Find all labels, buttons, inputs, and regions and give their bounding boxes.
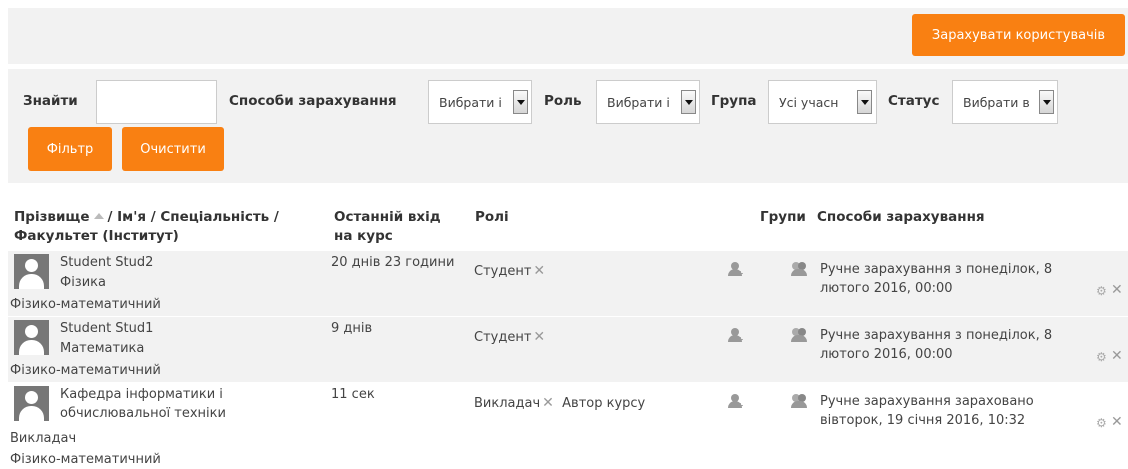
role-name: Студент [474,264,532,279]
enrol-method-line2: лютого 2016, 00:00 [820,281,953,296]
table-row: Student Stud2 Фізика Фізико-математичний… [8,251,1128,316]
role-name: Автор курсу [562,396,646,411]
enrol-method-line2: вівторок, 19 січня 2016, 10:32 [820,413,1026,428]
close-icon[interactable]: ✕ [1111,282,1123,298]
role-name: Викладач [474,396,541,411]
last-access: 11 сек [331,387,375,402]
role-label: Роль [544,93,582,109]
sort-name-link[interactable]: Прізвище [14,209,90,225]
column-header-roles: Ролі [475,209,509,225]
enrol-method: Ручне зарахування зараховано вівторок, 19… [820,392,1034,430]
enrol-method-line1: Ручне зарахування зараховано [820,394,1034,409]
column-header-faculty[interactable]: Факультет (Інститут) [14,228,179,244]
group-label: Група [711,93,757,109]
column-header-groups: Групи [760,209,806,225]
user-name-line1[interactable]: Кафедра інформатики і [60,387,223,402]
user-specialty: Фізика [60,275,106,290]
user-faculty: Фізико-математичний [10,363,161,378]
user-name-link[interactable]: Кафедра інформатики і обчислювальної техн… [60,385,226,423]
user-avatar-icon[interactable] [14,320,49,355]
chevron-down-icon [857,90,872,114]
user-plus-icon[interactable]: + [728,328,744,344]
enrol-method: Ручне зарахування з понеділок, 8 лютого 2… [820,326,1052,364]
user-name-link[interactable]: Student Stud1 [60,319,153,338]
chevron-down-icon [513,90,528,114]
user-avatar-icon[interactable] [14,386,49,421]
table-row: Кафедра інформатики і обчислювальної техн… [8,383,1128,468]
close-icon[interactable]: ✕ [1111,348,1123,364]
close-icon[interactable]: ✕ [533,329,545,345]
user-name-link[interactable]: Student Stud2 [60,253,153,272]
user-plus-icon[interactable]: + [728,262,744,278]
column-header-last-access[interactable]: Останній вхід на курс [334,208,441,246]
group-select[interactable]: Усі учасн [768,80,877,124]
role-badge: Викладач ✕ Автор курсу [474,394,645,413]
enrol-methods-select[interactable]: Вибрати і [428,80,532,124]
user-plus-icon[interactable]: + [728,394,744,410]
enrol-method-line1: Ручне зарахування з понеділок, 8 [820,262,1053,277]
enrol-method-line2: лютого 2016, 00:00 [820,347,953,362]
filter-button[interactable]: Фільтр [28,127,112,171]
role-badge: Студент ✕ [474,262,545,281]
users-icon[interactable] [791,262,807,276]
enrol-methods-label: Способи зарахування [229,93,397,109]
group-value: Усі учасн [779,95,839,110]
enrol-methods-value: Вибрати і [439,95,502,110]
column-header-name[interactable]: Прізвище / Ім'я / Спеціальність / Факульт… [14,208,279,246]
column-header-enrol-methods: Способи зарахування [817,209,985,225]
column-header-name-rest[interactable]: / Ім'я / Спеціальність / [108,209,279,225]
enrol-method-line1: Ручне зарахування з понеділок, 8 [820,328,1053,343]
chevron-down-icon [681,90,696,114]
role-name: Студент [474,330,532,345]
search-label: Знайти [23,93,78,109]
search-input[interactable] [96,80,217,124]
users-icon[interactable] [791,328,807,342]
role-badge: Студент ✕ [474,328,545,347]
last-access: 9 днів [331,321,373,336]
user-specialty: Викладач [10,431,77,446]
user-specialty: Математика [60,341,145,356]
column-header-last-access-2[interactable]: на курс [334,228,393,244]
role-select[interactable]: Вибрати і [596,80,700,124]
status-value: Вибрати в [963,95,1030,110]
sort-asc-icon [93,212,104,219]
gear-icon[interactable]: ⚙ [1096,416,1107,430]
clear-button[interactable]: Очистити [122,127,224,171]
close-icon[interactable]: ✕ [1111,414,1123,430]
user-faculty: Фізико-математичний [10,452,161,467]
status-select[interactable]: Вибрати в [952,80,1058,124]
users-icon[interactable] [791,394,807,408]
column-header-last-access-1[interactable]: Останній вхід [334,209,441,225]
enrol-users-button[interactable]: Зарахувати користувачів [912,14,1125,56]
close-icon[interactable]: ✕ [533,263,545,279]
gear-icon[interactable]: ⚙ [1096,284,1107,298]
close-icon[interactable]: ✕ [542,395,554,411]
user-faculty: Фізико-математичний [10,297,161,312]
enrol-method: Ручне зарахування з понеділок, 8 лютого 2… [820,260,1052,298]
gear-icon[interactable]: ⚙ [1096,350,1107,364]
last-access: 20 днів 23 години [331,255,455,270]
user-avatar-icon[interactable] [14,254,49,289]
chevron-down-icon [1039,90,1054,114]
status-label: Статус [888,93,940,109]
table-row: Student Stud1 Математика Фізико-математи… [8,317,1128,382]
user-name-line2[interactable]: обчислювальної техніки [60,406,226,421]
role-value: Вибрати і [607,95,670,110]
